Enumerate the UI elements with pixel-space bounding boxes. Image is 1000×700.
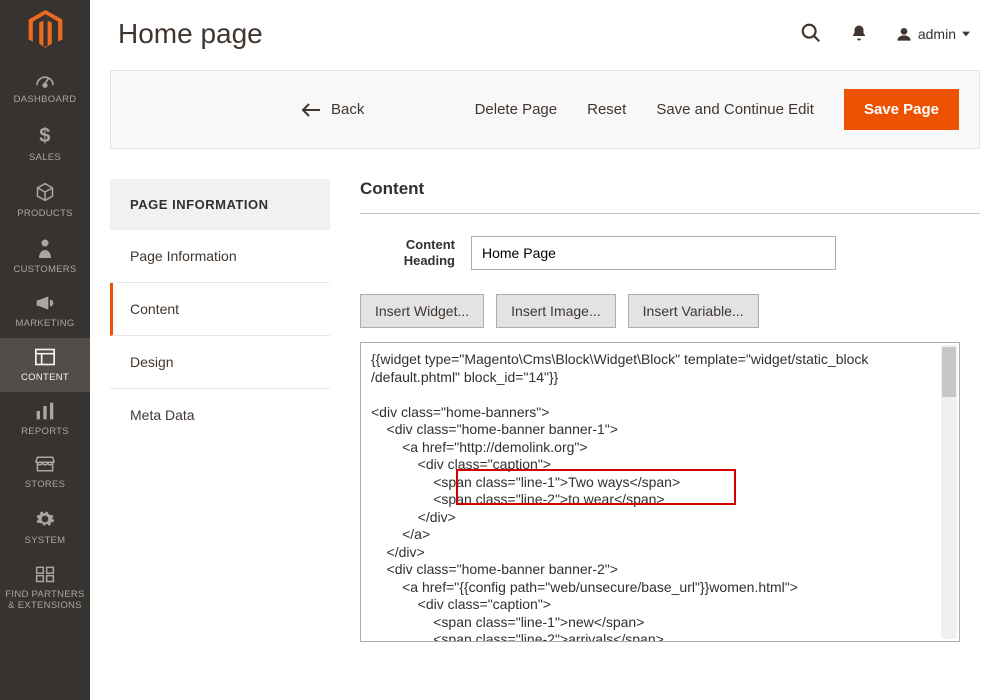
code-line: <div class="home-banner banner-2"> (371, 561, 949, 579)
blocks-icon (4, 565, 86, 586)
notifications-icon[interactable] (850, 23, 868, 46)
content-html-editor[interactable]: {{widget type="Magento\Cms\Block\Widget\… (360, 342, 960, 642)
code-line: <div class="home-banner banner-1"> (371, 421, 949, 439)
user-name: admin (918, 26, 956, 42)
tab-content[interactable]: Content (110, 283, 330, 336)
page-title: Home page (118, 18, 263, 50)
svg-text:$: $ (39, 125, 50, 146)
action-bar: Back Delete Page Reset Save and Continue… (110, 70, 980, 149)
content-heading-input[interactable] (471, 236, 836, 270)
nav-find-partners-extensions[interactable]: FIND PARTNERS & EXTENSIONS (0, 555, 90, 620)
code-line: <span class="line-1">new</span> (371, 614, 949, 632)
nav-content[interactable]: CONTENT (0, 338, 90, 392)
code-line: <div class="home-banners"> (371, 404, 949, 422)
dashboard-icon (4, 70, 86, 91)
code-line: /default.phtml" block_id="14"}} (371, 369, 949, 387)
delete-page-button[interactable]: Delete Page (475, 101, 558, 118)
magento-logo-icon (28, 10, 63, 50)
megaphone-icon (4, 294, 86, 315)
user-icon (896, 26, 912, 42)
code-line: <span class="line-1">Two ways</span> (371, 474, 949, 492)
code-line: <a href="{{config path="web/unsecure/bas… (371, 579, 949, 597)
code-line: </a> (371, 526, 949, 544)
section-title: Content (360, 179, 980, 214)
code-line: <span class="line-2">arrivals</span> (371, 631, 949, 642)
code-line: <span class="line-2">to wear</span> (371, 491, 949, 509)
nav-sales[interactable]: $SALES (0, 114, 90, 172)
save-continue-button[interactable]: Save and Continue Edit (656, 101, 814, 118)
panel-header: PAGE INFORMATION (110, 179, 330, 230)
insert-variable-button[interactable]: Insert Variable... (628, 294, 759, 328)
code-line: <a href="http://demolink.org"> (371, 439, 949, 457)
back-button[interactable]: Back (301, 101, 364, 118)
nav-stores[interactable]: STORES (0, 445, 90, 499)
top-bar: Home page admin (90, 0, 1000, 70)
gear-icon (4, 509, 86, 532)
tab-page-information[interactable]: Page Information (110, 230, 330, 283)
content-editor-panel: Content Content Heading Insert Widget...… (360, 179, 980, 642)
bars-icon (4, 402, 86, 423)
nav-dashboard[interactable]: DASHBOARD (0, 60, 90, 114)
reset-button[interactable]: Reset (587, 101, 626, 118)
save-page-button[interactable]: Save Page (844, 89, 959, 130)
insert-image-button[interactable]: Insert Image... (496, 294, 615, 328)
search-icon[interactable] (800, 22, 822, 47)
nav-system[interactable]: SYSTEM (0, 499, 90, 555)
tab-design[interactable]: Design (110, 336, 330, 389)
page-info-panel: PAGE INFORMATION Page InformationContent… (110, 179, 330, 441)
layout-icon (4, 348, 86, 369)
code-line (371, 386, 949, 404)
tab-meta-data[interactable]: Meta Data (110, 389, 330, 441)
nav-customers[interactable]: CUSTOMERS (0, 228, 90, 284)
main-panel: Home page admin Back Delete Pa (90, 0, 1000, 700)
code-line: <div class="caption"> (371, 456, 949, 474)
code-line: <div class="caption"> (371, 596, 949, 614)
nav-marketing[interactable]: MARKETING (0, 284, 90, 338)
user-menu[interactable]: admin (896, 26, 970, 42)
admin-sidebar: DASHBOARD$SALESPRODUCTSCUSTOMERSMARKETIN… (0, 0, 90, 700)
content-heading-label: Content Heading (360, 237, 455, 270)
chevron-down-icon (962, 30, 970, 38)
nav-reports[interactable]: REPORTS (0, 392, 90, 446)
code-line: {{widget type="Magento\Cms\Block\Widget\… (371, 351, 949, 369)
person-icon (4, 238, 86, 261)
insert-widget-button[interactable]: Insert Widget... (360, 294, 484, 328)
code-line: </div> (371, 509, 949, 527)
scrollbar-thumb[interactable] (942, 347, 956, 397)
box-icon (4, 182, 86, 205)
storefront-icon (4, 455, 86, 476)
dollar-icon: $ (4, 124, 86, 149)
nav-products[interactable]: PRODUCTS (0, 172, 90, 228)
code-line: </div> (371, 544, 949, 562)
